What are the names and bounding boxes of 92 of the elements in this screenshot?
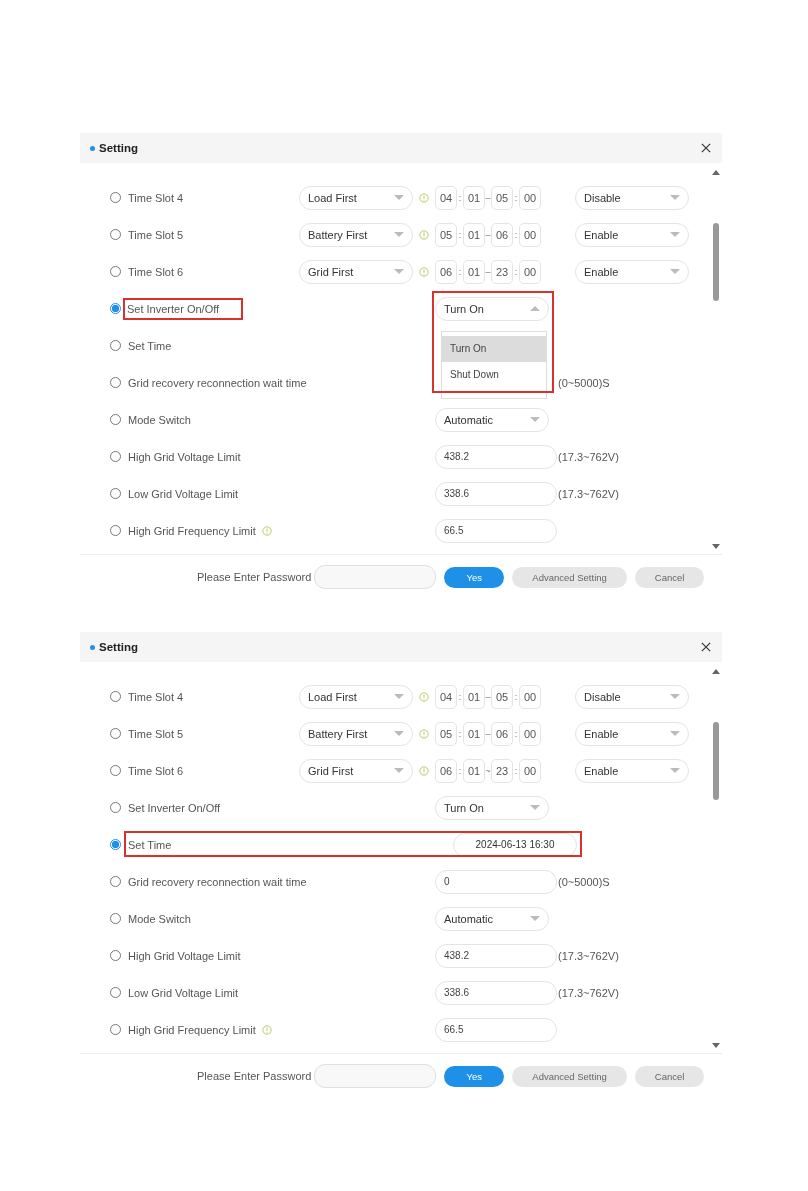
time-separator: –: [485, 728, 491, 739]
range-hint: (17.3~762V): [557, 986, 620, 999]
minute-field[interactable]: 00: [519, 222, 541, 247]
password-field[interactable]: [314, 565, 437, 589]
minute-field[interactable]: 01: [463, 758, 485, 783]
time-separator: –: [485, 229, 491, 240]
time-separator: –: [485, 691, 491, 702]
info-icon: [419, 728, 429, 739]
password-label: Please Enter Password: [197, 571, 312, 583]
hour-field[interactable]: 05: [435, 721, 457, 746]
row-label: High Grid Frequency Limit: [128, 1023, 256, 1036]
minute-field[interactable]: 00: [519, 185, 541, 210]
row-label: Time Slot 4: [128, 690, 185, 703]
time-colon: :: [457, 192, 463, 203]
row-label: High Grid Voltage Limit: [128, 949, 241, 962]
hour-field[interactable]: 06: [491, 222, 513, 247]
time-colon: :: [513, 229, 519, 240]
time-colon: :: [513, 728, 519, 739]
row-label: Set Inverter On/Off: [128, 801, 221, 814]
time-colon: :: [513, 691, 519, 702]
info-icon: [419, 229, 429, 240]
hour-field[interactable]: 04: [435, 185, 457, 210]
info-icon: [419, 266, 429, 277]
time-separator: ~: [485, 765, 491, 776]
hour-field[interactable]: 06: [435, 758, 457, 783]
row-label: Grid recovery reconnection wait time: [128, 376, 307, 389]
time-colon: :: [457, 266, 463, 277]
row-label: Time Slot 5: [128, 727, 185, 740]
time-colon: :: [457, 691, 463, 702]
radio-button[interactable]: [110, 839, 121, 850]
row-label: Time Slot 5: [128, 228, 185, 241]
minute-field[interactable]: 00: [519, 758, 541, 783]
range-hint: (0~5000)S: [557, 875, 611, 888]
row-label: Set Time: [128, 339, 172, 352]
row-label: Set Time: [128, 838, 172, 851]
row-label: Set Inverter On/Off: [123, 297, 244, 320]
minute-field[interactable]: 01: [463, 222, 485, 247]
hour-field[interactable]: 23: [491, 758, 513, 783]
range-hint: (17.3~762V): [557, 450, 620, 463]
minute-field[interactable]: 00: [519, 259, 541, 284]
status-dot-icon: [90, 145, 95, 151]
row-label: Mode Switch: [128, 413, 191, 426]
time-colon: :: [513, 192, 519, 203]
time-separator: –: [485, 192, 491, 203]
row-label: Time Slot 4: [128, 191, 185, 204]
time-separator: –: [485, 266, 491, 277]
row-label: Time Slot 6: [128, 764, 185, 777]
password-field[interactable]: [314, 1064, 437, 1088]
dropdown-option[interactable]: Shut Down: [442, 361, 546, 388]
dialog-title: Setting: [99, 641, 138, 653]
row-label: Low Grid Voltage Limit: [128, 986, 239, 999]
hour-field[interactable]: 23: [491, 259, 513, 284]
range-hint: (0~5000)S: [557, 376, 611, 389]
dropdown-option[interactable]: Turn On: [442, 335, 546, 362]
hour-field[interactable]: 04: [435, 684, 457, 709]
status-dot-icon: [90, 644, 95, 650]
hour-field[interactable]: 06: [435, 259, 457, 284]
hour-field[interactable]: 05: [435, 222, 457, 247]
time-colon: :: [457, 765, 463, 776]
minute-field[interactable]: 01: [463, 185, 485, 210]
time-colon: :: [457, 728, 463, 739]
row-label: Low Grid Voltage Limit: [128, 487, 239, 500]
row-label: Mode Switch: [128, 912, 191, 925]
password-label: Please Enter Password: [197, 1070, 312, 1082]
minute-field[interactable]: 01: [463, 684, 485, 709]
advanced-setting-button[interactable]: Advanced Setting: [512, 1065, 627, 1087]
dialog-title: Setting: [99, 142, 138, 154]
minute-field[interactable]: 00: [519, 721, 541, 746]
close-icon[interactable]: [701, 143, 711, 153]
time-colon: :: [513, 266, 519, 277]
cancel-button[interactable]: Cancel: [634, 1065, 705, 1087]
minute-field[interactable]: 01: [463, 259, 485, 284]
cancel-button[interactable]: Cancel: [634, 566, 705, 588]
row-label: High Grid Voltage Limit: [128, 450, 241, 463]
info-icon: [419, 691, 429, 702]
range-hint: (17.3~762V): [557, 949, 620, 962]
minute-field[interactable]: 01: [463, 721, 485, 746]
time-colon: :: [457, 229, 463, 240]
radio-button[interactable]: [110, 303, 121, 314]
row-label: Time Slot 6: [128, 265, 185, 278]
hour-field[interactable]: 06: [491, 721, 513, 746]
minute-field[interactable]: 00: [519, 684, 541, 709]
row-label: Grid recovery reconnection wait time: [128, 875, 307, 888]
info-icon: [419, 765, 429, 776]
hour-field[interactable]: 05: [491, 185, 513, 210]
time-colon: :: [513, 765, 519, 776]
info-icon: [419, 192, 429, 203]
range-hint: (17.3~762V): [557, 487, 620, 500]
hour-field[interactable]: 05: [491, 684, 513, 709]
advanced-setting-button[interactable]: Advanced Setting: [512, 566, 627, 588]
row-label: High Grid Frequency Limit: [128, 524, 256, 537]
close-icon[interactable]: [701, 642, 711, 652]
